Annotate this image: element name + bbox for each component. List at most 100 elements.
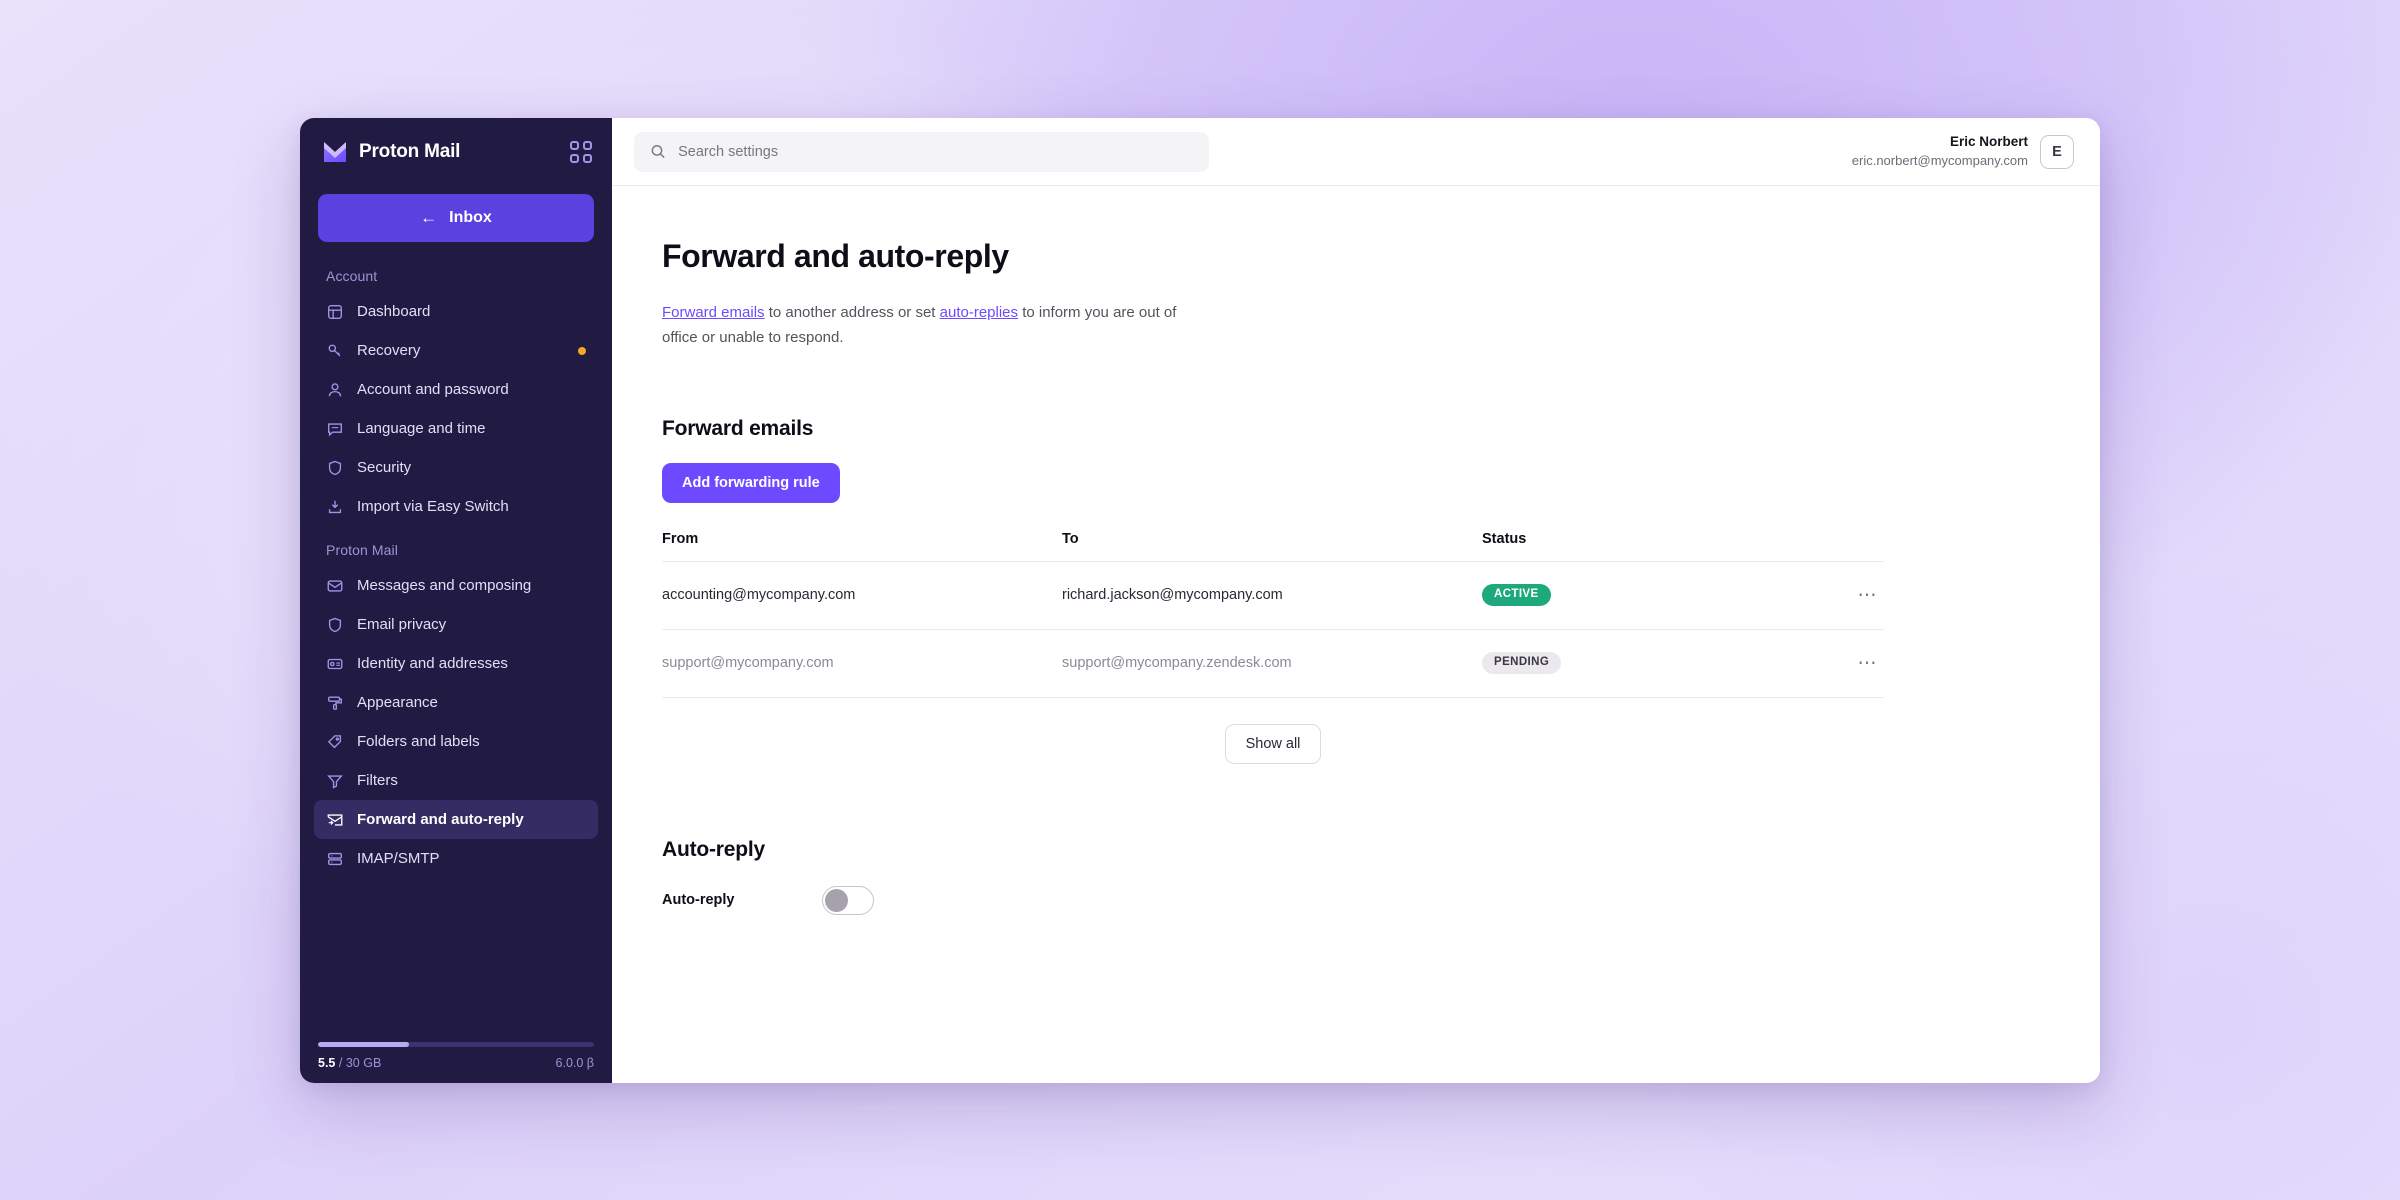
sidebar-item-label: Folders and labels bbox=[357, 733, 480, 750]
dashboard-icon bbox=[328, 304, 342, 319]
forward-emails-section: Forward emails Add forwarding rule From … bbox=[662, 417, 2100, 764]
storage-text: 5.5 / 30 GB bbox=[318, 1056, 381, 1070]
status-badge: PENDING bbox=[1482, 652, 1562, 674]
brand-name: Proton Mail bbox=[359, 141, 461, 162]
envelope-icon bbox=[327, 579, 343, 592]
forward-envelope-icon bbox=[327, 813, 343, 826]
storage-indicator: 5.5 / 30 GB 6.0.0 β bbox=[300, 1042, 612, 1083]
add-forwarding-rule-button[interactable]: Add forwarding rule bbox=[662, 462, 840, 503]
user-menu[interactable]: Eric Norbert eric.norbert@mycompany.com … bbox=[1852, 132, 2074, 170]
filter-icon bbox=[327, 774, 343, 789]
storage-total: 30 GB bbox=[345, 1056, 382, 1070]
page-description: Forward emails to another address or set… bbox=[662, 301, 1192, 351]
sidebar: Proton Mail ← Inbox Account Dashboard Re… bbox=[300, 118, 612, 1083]
sidebar-item-label: Forward and auto-reply bbox=[357, 811, 524, 828]
search-input[interactable] bbox=[678, 143, 1193, 160]
row-status: PENDING bbox=[1482, 629, 1802, 698]
sidebar-item-label: Identity and addresses bbox=[357, 655, 508, 672]
sidebar-item-appearance[interactable]: Appearance bbox=[314, 683, 598, 722]
row-to: richard.jackson@mycompany.com bbox=[1062, 561, 1482, 630]
column-header-to: To bbox=[1062, 530, 1482, 562]
ellipsis-icon[interactable]: ⋯ bbox=[1852, 584, 1885, 607]
sidebar-item-security[interactable]: Security bbox=[314, 448, 598, 487]
sidebar-item-forward-and-auto-reply[interactable]: Forward and auto-reply bbox=[314, 800, 598, 839]
sidebar-section-proton-mail-label: Proton Mail bbox=[326, 542, 398, 558]
column-header-status: Status bbox=[1482, 530, 1802, 562]
arrow-left-icon: ← bbox=[420, 208, 438, 227]
forward-emails-title: Forward emails bbox=[662, 416, 814, 440]
auto-reply-toggle[interactable] bbox=[822, 885, 874, 915]
sidebar-navigation: Account Dashboard Recovery Account and p… bbox=[300, 242, 612, 1042]
sidebar-item-import-via-easy-switch[interactable]: Import via Easy Switch bbox=[314, 487, 598, 526]
sidebar-item-identity-and-addresses[interactable]: Identity and addresses bbox=[314, 644, 598, 683]
row-to: support@mycompany.zendesk.com bbox=[1062, 629, 1482, 698]
sidebar-item-label: Import via Easy Switch bbox=[357, 498, 509, 515]
sidebar-item-dashboard[interactable]: Dashboard bbox=[314, 292, 598, 331]
ellipsis-icon[interactable]: ⋯ bbox=[1852, 652, 1885, 675]
sidebar-item-folders-and-labels[interactable]: Folders and labels bbox=[314, 722, 598, 761]
show-all-wrapper: Show all bbox=[662, 723, 1884, 764]
main-area: Eric Norbert eric.norbert@mycompany.com … bbox=[612, 118, 2100, 1083]
top-bar: Eric Norbert eric.norbert@mycompany.com … bbox=[612, 118, 2100, 186]
table-header-row: From To Status bbox=[662, 530, 1884, 562]
sidebar-item-filters[interactable]: Filters bbox=[314, 761, 598, 800]
sidebar-item-label: Dashboard bbox=[357, 303, 431, 320]
description-text-1: to another address or set bbox=[764, 304, 940, 321]
sidebar-item-recovery[interactable]: Recovery bbox=[314, 331, 598, 370]
status-badge: ACTIVE bbox=[1482, 584, 1551, 606]
auto-reply-title: Auto-reply bbox=[662, 837, 766, 861]
storage-progress-fill bbox=[318, 1042, 410, 1047]
row-from: support@mycompany.com bbox=[662, 629, 1062, 698]
inbox-button[interactable]: ← Inbox bbox=[318, 194, 594, 242]
shield-icon bbox=[328, 617, 342, 632]
row-status: ACTIVE bbox=[1482, 561, 1802, 630]
search-icon bbox=[651, 145, 665, 159]
shield-icon bbox=[328, 460, 342, 475]
id-card-icon bbox=[327, 658, 343, 669]
sidebar-item-label: Account and password bbox=[357, 381, 509, 398]
sidebar-item-email-privacy[interactable]: Email privacy bbox=[314, 605, 598, 644]
server-icon bbox=[328, 852, 342, 865]
storage-separator: / bbox=[338, 1056, 343, 1070]
app-version: 6.0.0 β bbox=[555, 1056, 594, 1070]
auto-reply-section: Auto-reply Auto-reply bbox=[662, 838, 2100, 915]
user-icon bbox=[328, 382, 342, 396]
apps-grid-icon[interactable] bbox=[570, 141, 592, 163]
sidebar-item-messages-and-composing[interactable]: Messages and composing bbox=[314, 566, 598, 605]
sidebar-section-account-label: Account bbox=[326, 268, 378, 284]
sidebar-item-label: Language and time bbox=[357, 420, 486, 437]
page-title: Forward and auto-reply bbox=[662, 238, 1009, 274]
row-from: accounting@mycompany.com bbox=[662, 561, 1062, 630]
sidebar-item-label: Email privacy bbox=[357, 616, 447, 633]
auto-replies-link[interactable]: auto-replies bbox=[940, 304, 1018, 321]
user-text: Eric Norbert eric.norbert@mycompany.com bbox=[1852, 132, 2028, 170]
import-icon bbox=[328, 500, 342, 513]
table-row: support@mycompany.com support@mycompany.… bbox=[662, 629, 1885, 698]
sidebar-item-imap-smtp[interactable]: IMAP/SMTP bbox=[314, 839, 598, 878]
column-header-actions bbox=[1802, 530, 1884, 562]
row-actions: ⋯ bbox=[1802, 629, 1885, 698]
avatar[interactable]: E bbox=[2040, 134, 2074, 169]
proton-mail-logo-icon bbox=[324, 142, 346, 162]
forward-emails-link[interactable]: Forward emails bbox=[662, 304, 765, 321]
paint-roller-icon bbox=[328, 695, 342, 710]
show-all-button[interactable]: Show all bbox=[1224, 723, 1322, 764]
inbox-button-label: Inbox bbox=[449, 209, 492, 226]
sidebar-item-label: Filters bbox=[357, 772, 398, 789]
storage-progress-bar bbox=[318, 1042, 594, 1047]
sidebar-item-account-and-password[interactable]: Account and password bbox=[314, 370, 598, 409]
sidebar-item-label: IMAP/SMTP bbox=[357, 850, 440, 867]
auto-reply-toggle-row: Auto-reply bbox=[662, 885, 2100, 915]
column-header-from: From bbox=[662, 530, 1062, 562]
row-actions: ⋯ bbox=[1802, 561, 1885, 630]
sidebar-item-label: Recovery bbox=[357, 342, 421, 359]
user-name: Eric Norbert bbox=[1949, 134, 2028, 150]
notification-dot bbox=[578, 346, 586, 355]
settings-content: Forward and auto-reply Forward emails to… bbox=[612, 186, 2100, 1083]
forwarding-rules-table: From To Status accounting@mycompany.com … bbox=[662, 530, 1885, 698]
search-box[interactable] bbox=[634, 131, 1209, 172]
tag-icon bbox=[327, 734, 342, 748]
sidebar-item-language-and-time[interactable]: Language and time bbox=[314, 409, 598, 448]
user-email: eric.norbert@mycompany.com bbox=[1851, 152, 2028, 168]
table-row: accounting@mycompany.com richard.jackson… bbox=[662, 561, 1885, 630]
